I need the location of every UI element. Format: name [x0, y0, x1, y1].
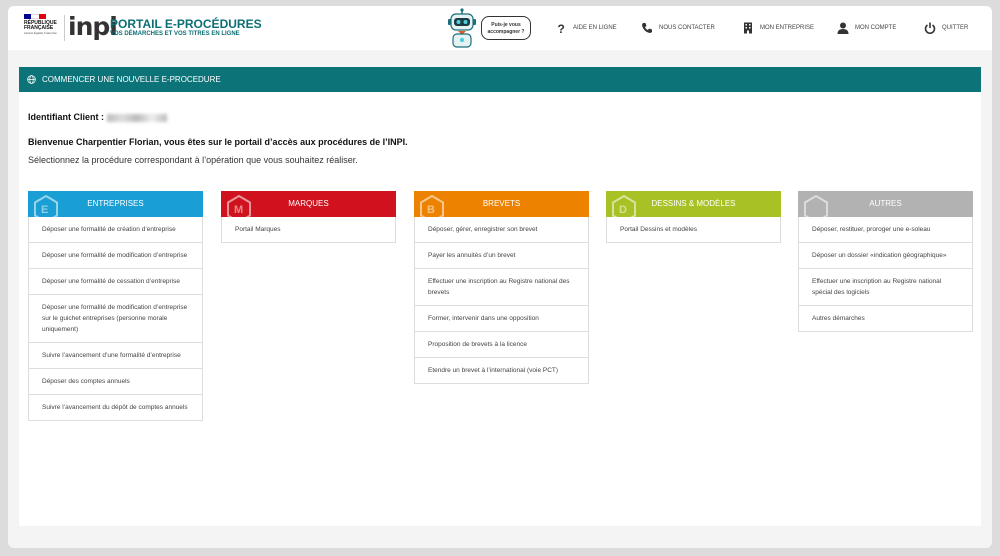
portal-title: PORTAIL E-PROCÉDURES: [110, 17, 262, 31]
procedure-link[interactable]: Déposer, gérer, enregistrer son brevet: [414, 217, 589, 243]
globe-icon: [27, 75, 36, 84]
procedure-link[interactable]: Former, intervenir dans une opposition: [414, 306, 589, 332]
category-hexagon-icon: E: [34, 194, 58, 217]
category-letter: M: [234, 204, 244, 216]
phone-icon: [642, 23, 652, 33]
procedure-link[interactable]: Déposer une formalité de cessation d’ent…: [28, 269, 203, 295]
column-header[interactable]: E ENTREPRISES: [28, 191, 203, 217]
building-icon: [744, 22, 752, 34]
column-title: ENTREPRISES: [87, 199, 144, 208]
assistant-bubble[interactable]: Puis-je vous accompagner ?: [481, 16, 531, 40]
procedure-link[interactable]: Suivre l’avancement du dépôt de comptes …: [28, 395, 203, 421]
republique-francaise-logo[interactable]: RÉPUBLIQUE FRANÇAISE Liberté Égalité Fra…: [24, 14, 60, 36]
procedure-link[interactable]: Proposition de brevets à la licence: [414, 332, 589, 358]
column-marques: M MARQUES Portail Marques: [221, 191, 396, 243]
nav-quitter-label: QUITTER: [942, 25, 969, 31]
procedure-link[interactable]: Effectuer une inscription au Registre na…: [798, 269, 973, 306]
nav-aide-label: AIDE EN LIGNE: [573, 25, 617, 31]
nav-compte-label: MON COMPTE: [855, 25, 897, 31]
nav-nous-contacter[interactable]: NOUS CONTACTER: [641, 19, 715, 37]
portal-subtitle: VOS DÉMARCHES ET VOS TITRES EN LIGNE: [110, 31, 240, 37]
procedure-link[interactable]: Payer les annuités d’un brevet: [414, 243, 589, 269]
category-hexagon-icon: [804, 194, 828, 217]
column-header[interactable]: AUTRES: [798, 191, 973, 217]
column-header[interactable]: B BREVETS: [414, 191, 589, 217]
procedure-link[interactable]: Portail Dessins et modèles: [606, 217, 781, 243]
column-dessins-mod-les: D DESSINS & MODÈLES Portail Dessins et mod…: [606, 191, 781, 243]
column-entreprises: E ENTREPRISES Déposer une formalité de cré…: [28, 191, 203, 421]
procedure-link[interactable]: Déposer des comptes annuels: [28, 369, 203, 395]
robot-assistant-icon[interactable]: [444, 8, 480, 48]
nav-mon-compte[interactable]: MON COMPTE: [837, 19, 896, 37]
column-title: AUTRES: [869, 199, 902, 208]
category-hexagon-icon: M: [227, 194, 251, 217]
welcome-text: Bienvenue Charpentier Florian, vous êtes…: [28, 137, 408, 147]
bubble-line2: accompagner ?: [487, 29, 525, 35]
procedure-link[interactable]: Etendre un brevet à l’international (voi…: [414, 358, 589, 384]
question-icon: ?: [558, 22, 565, 34]
devise-text: Liberté Égalité Fraternité: [24, 31, 57, 35]
procedure-link[interactable]: Déposer un dossier «indication géographi…: [798, 243, 973, 269]
intro-text: Sélectionnez la procédure correspondant …: [28, 155, 358, 165]
user-icon: [837, 22, 849, 34]
portal-brand[interactable]: PORTAIL E-PROCÉDURES VOS DÉMARCHES ET VO…: [110, 18, 262, 38]
procedure-link[interactable]: Déposer, restituer, proroger une e-solea…: [798, 217, 973, 243]
column-title: BREVETS: [482, 199, 521, 208]
client-id-label: Identifiant Client :: [28, 112, 104, 122]
procedure-link[interactable]: Effectuer une inscription au Registre na…: [414, 269, 589, 306]
client-id: Identifiant Client :: [28, 112, 167, 122]
column-header[interactable]: M MARQUES: [221, 191, 396, 217]
category-letter: B: [427, 204, 435, 216]
power-icon: [924, 22, 936, 34]
banner-label: COMMENCER UNE NOUVELLE E-PROCEDURE: [42, 75, 221, 84]
category-hexagon-icon: D: [612, 194, 636, 217]
site-header: RÉPUBLIQUE FRANÇAISE Liberté Égalité Fra…: [8, 6, 992, 50]
procedure-link[interactable]: Portail Marques: [221, 217, 396, 243]
procedure-link[interactable]: Suivre l’avancement d’une formalité d’en…: [28, 343, 203, 369]
category-hexagon-icon: B: [420, 194, 444, 217]
procedure-link[interactable]: Déposer une formalité de modification d’…: [28, 243, 203, 269]
nav-entreprise-label: MON ENTREPRISE: [760, 25, 815, 31]
procedure-link[interactable]: Autres démarches: [798, 306, 973, 332]
browser-frame: RÉPUBLIQUE FRANÇAISE Liberté Égalité Fra…: [8, 6, 992, 548]
column-header[interactable]: D DESSINS & MODÈLES: [606, 191, 781, 217]
column-brevets: B BREVETS Déposer, gérer, enregistrer son …: [414, 191, 589, 384]
svg-text:?: ?: [558, 22, 565, 34]
new-procedure-banner: COMMENCER UNE NOUVELLE E-PROCEDURE: [19, 67, 981, 92]
column-title: MARQUES: [288, 199, 329, 208]
bubble-line1: Puis-je vous: [491, 22, 521, 28]
category-letter: E: [41, 204, 49, 216]
main-content: Identifiant Client : Bienvenue Charpenti…: [19, 92, 981, 526]
column-autres: AUTRES Déposer, restituer, proroger une e…: [798, 191, 973, 332]
nav-contact-label: NOUS CONTACTER: [659, 25, 715, 31]
column-title: DESSINS & MODÈLES: [651, 199, 736, 208]
category-letter: D: [619, 204, 627, 216]
nav-quitter[interactable]: QUITTER: [924, 19, 968, 37]
nav-mon-entreprise[interactable]: MON ENTREPRISE: [742, 19, 814, 37]
procedure-link[interactable]: Déposer une formalité de création d’entr…: [28, 217, 203, 243]
french-flag-icon: [24, 14, 46, 19]
client-id-value: [106, 113, 167, 122]
header-divider: [64, 15, 65, 41]
nav-aide-en-ligne[interactable]: ? AIDE EN LIGNE: [555, 19, 617, 37]
procedure-link[interactable]: Déposer une formalité de modification d’…: [28, 295, 203, 343]
